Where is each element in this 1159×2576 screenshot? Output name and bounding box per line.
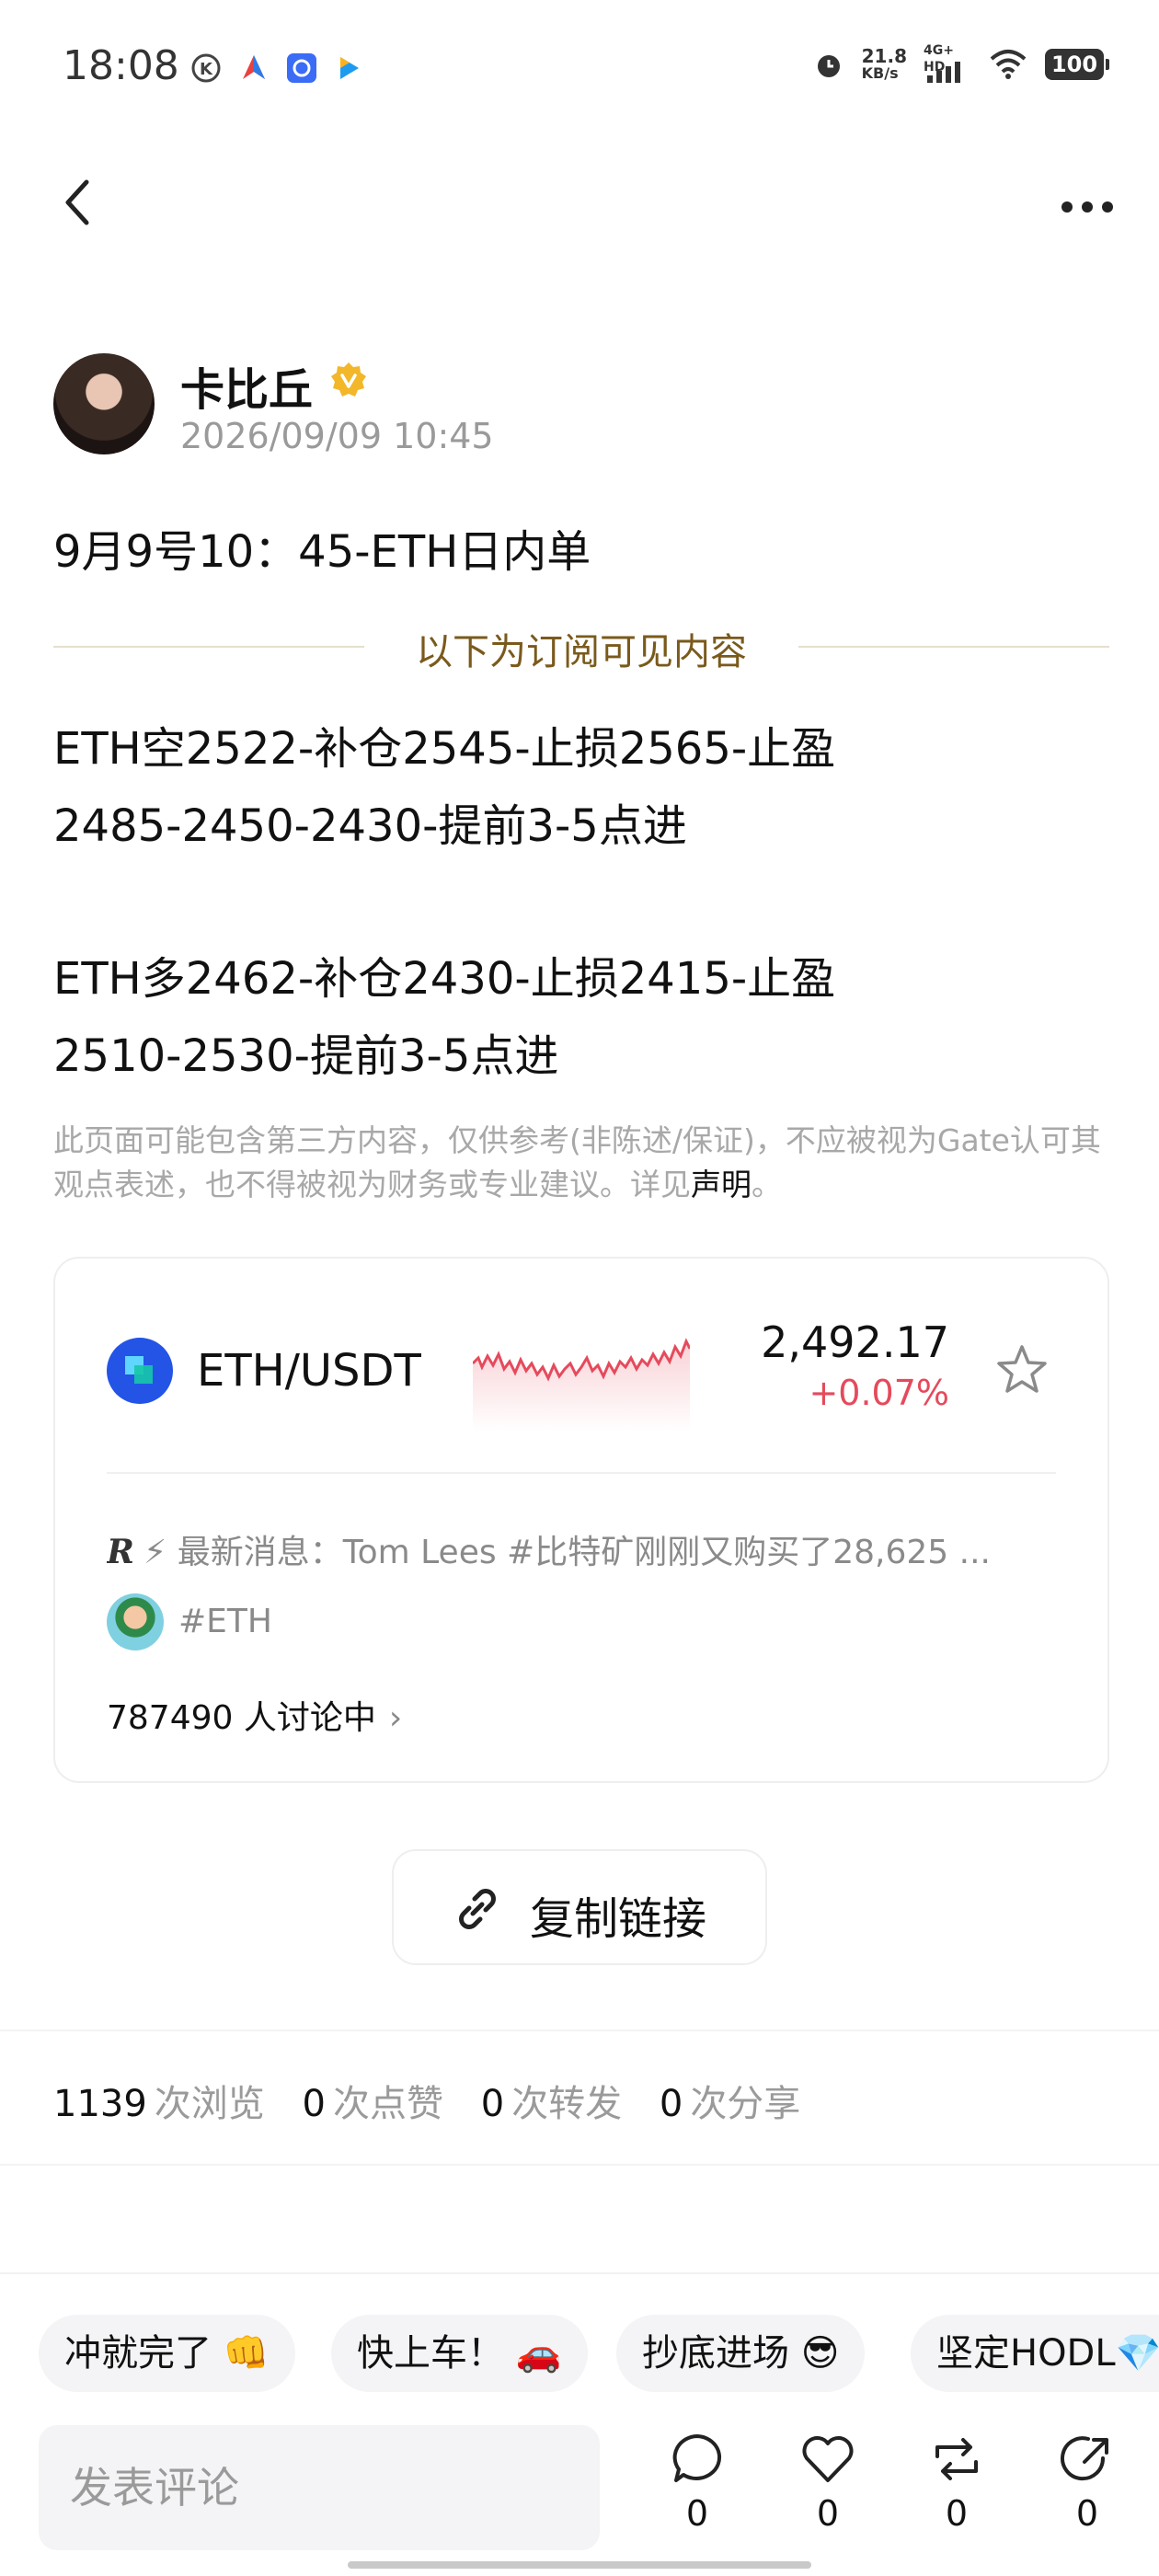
comment-count: 0 — [685, 2493, 709, 2534]
status-right-group: 21.8 KB/s 4G+ HD 100 — [812, 43, 1109, 83]
favorite-star-icon[interactable] — [993, 1341, 1050, 1398]
share-icon — [1061, 2436, 1108, 2481]
net-speed: 21.8 KB/s — [861, 45, 907, 82]
subscriber-divider-label: 以下为订阅可见内容 — [416, 631, 747, 673]
post-title: 9月9号10：45-ETH日内单 — [53, 526, 591, 578]
repost-button[interactable]: 0 — [911, 2431, 1003, 2534]
signal-icon: 4G+ HD — [924, 43, 971, 83]
news-headline: ⚡ 最新消息：Tom Lees #比特矿刚刚又购买了28,625 ... — [143, 1534, 991, 1571]
post-body-line-4: 2510-2530-提前3-5点进 — [53, 1030, 559, 1082]
copy-link-label: 复制链接 — [530, 1893, 707, 1945]
video-app-icon — [340, 57, 359, 79]
more-options-icon[interactable] — [1058, 193, 1117, 221]
tag-label: #ETH — [178, 1603, 272, 1640]
section-separator — [0, 2164, 1159, 2166]
browser-app-icon — [287, 53, 316, 83]
status-time: 18:08 — [63, 42, 179, 89]
like-button[interactable]: 0 — [782, 2431, 874, 2534]
disclaimer-end: 。 — [752, 1167, 782, 1202]
bottom-bar: 冲就完了 👊 快上车！ 🚗 抄底进场 😎 坚定HODL💎 发表评论 0 0 0 … — [0, 2272, 1159, 2576]
repost-icon — [935, 2438, 978, 2480]
verified-badge-icon — [331, 362, 366, 397]
alarm-icon — [817, 55, 840, 77]
post-timestamp: 2026/09/09 10:45 — [180, 416, 494, 456]
comment-icon — [672, 2434, 721, 2482]
views-label: 次浏览 — [154, 2083, 265, 2125]
home-indicator[interactable] — [348, 2561, 811, 2569]
battery-indicator: 100 — [1045, 49, 1109, 80]
likes-label: 次点赞 — [332, 2083, 443, 2125]
card-divider — [107, 1472, 1056, 1474]
comment-input[interactable]: 发表评论 — [39, 2425, 600, 2550]
copy-link-button[interactable]: 复制链接 — [392, 1849, 767, 1965]
post-body-line-3: ETH多2462-补仓2430-止损2415-止盈 — [53, 953, 836, 1005]
repost-count: 0 — [945, 2493, 969, 2534]
subscriber-divider: 以下为订阅可见内容 — [53, 618, 1109, 673]
pair-change: +0.07% — [809, 1373, 949, 1413]
like-count: 0 — [816, 2493, 840, 2534]
section-separator — [0, 2030, 1159, 2031]
eth-coin-icon — [107, 1338, 173, 1404]
link-icon — [459, 1889, 496, 1929]
tag-avatar — [107, 1593, 164, 1650]
shares-label: 次分享 — [690, 2083, 801, 2125]
heart-icon — [802, 2436, 854, 2482]
author-avatar[interactable] — [53, 353, 155, 454]
disclaimer-text: 此页面可能包含第三方内容，仅供参考(非陈述/保证)，不应被视为Gate认可其观点… — [53, 1122, 1101, 1202]
post-body-line-2: 2485-2450-2430-提前3-5点进 — [53, 800, 687, 852]
chevron-right-icon: › — [388, 1699, 403, 1737]
share-count: 0 — [1075, 2493, 1099, 2534]
quick-reply-chip[interactable]: 坚定HODL💎 — [911, 2315, 1159, 2392]
trading-pair[interactable]: ETH/USDT — [197, 1345, 421, 1397]
maps-app-icon — [243, 55, 265, 79]
status-bar: 18:08 K 21.8 KB/s 4G+ HD 100 — [0, 0, 1159, 138]
svg-text:K: K — [200, 60, 213, 79]
shares-count: 0 — [659, 2083, 683, 2125]
divider-line-right — [798, 646, 1109, 648]
author-name[interactable]: 卡比丘 — [180, 353, 313, 418]
comment-button[interactable]: 0 — [651, 2431, 743, 2534]
reposts-count: 0 — [480, 2083, 505, 2125]
reposts-label: 次转发 — [511, 2083, 623, 2125]
share-button[interactable]: 0 — [1041, 2431, 1133, 2534]
back-arrow-icon[interactable] — [55, 175, 101, 230]
disclaimer: 此页面可能包含第三方内容，仅供参考(非陈述/保证)，不应被视为Gate认可其观点… — [53, 1119, 1109, 1207]
post-body-line-1: ETH空2522-补仓2545-止损2565-止盈 — [53, 723, 836, 775]
news-source-logo-icon: R — [107, 1533, 134, 1571]
discussion-label: 787490 人讨论中 — [107, 1699, 376, 1737]
news-item[interactable]: R ⚡ 最新消息：Tom Lees #比特矿刚刚又购买了28,625 ... — [107, 1525, 1063, 1571]
price-sparkline — [473, 1338, 690, 1432]
disclaimer-link[interactable]: 声明 — [691, 1167, 752, 1202]
k-app-icon: K — [191, 53, 221, 83]
market-card[interactable]: ETH/USDT 2,492.17 +0.07% R ⚡ 最新消息：Tom Lee… — [53, 1257, 1109, 1783]
quick-reply-chip[interactable]: 抄底进场 😎 — [616, 2315, 866, 2392]
discussion-count[interactable]: 787490 人讨论中 › — [107, 1691, 402, 1739]
quick-reply-chip[interactable]: 冲就完了 👊 — [39, 2315, 295, 2392]
pair-price: 2,492.17 — [761, 1317, 949, 1367]
likes-count: 0 — [302, 2083, 326, 2125]
quick-reply-chip[interactable]: 快上车！ 🚗 — [331, 2315, 588, 2392]
post-stats: 1139 次浏览 0 次点赞 0 次转发 0 次分享 — [53, 2074, 800, 2127]
wifi-icon — [990, 50, 1027, 79]
views-count: 1139 — [53, 2083, 147, 2125]
